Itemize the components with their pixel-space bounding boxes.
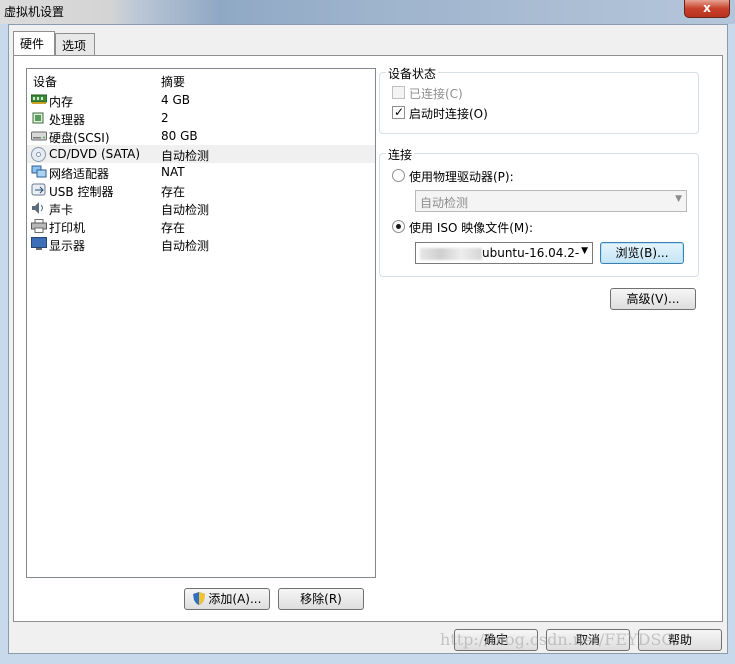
device-status-group: 设备状态 已连接(C) ✓ 启动时连接(O) — [379, 65, 699, 134]
device-name: 声卡 — [49, 203, 74, 217]
device-name: 网络适配器 — [49, 167, 110, 181]
device-name: 硬盘(SCSI) — [49, 131, 110, 145]
device-row[interactable]: 声卡 自动检测 — [27, 199, 375, 217]
device-name: 内存 — [49, 95, 74, 109]
device-summary: 自动检测 — [161, 149, 210, 163]
connect-on-power-label: 启动时连接(O) — [409, 107, 488, 121]
hardware-panel: 设备 摘要 内存 4 GB 处理器 2 硬盘(SCSI) 80 GB CD/DVD (SAT… — [13, 55, 723, 622]
hard-disk-icon — [31, 129, 47, 143]
chevron-down-icon: ▼ — [675, 194, 682, 204]
device-row[interactable]: 处理器 2 — [27, 109, 375, 127]
device-row[interactable]: CD/DVD (SATA) 自动检测 — [27, 145, 375, 163]
display-icon — [31, 237, 47, 251]
device-status-title: 设备状态 — [386, 65, 439, 82]
cd-dvd-icon — [31, 147, 47, 162]
connection-group: 连接 使用物理驱动器(P): 自动检测 ▼ 使用 ISO 映像文件(M): ub… — [379, 146, 699, 277]
physical-drive-label: 使用物理驱动器(P): — [409, 170, 514, 184]
sound-card-icon — [31, 201, 47, 215]
iso-path-input[interactable]: ubuntu-16.04.2- ▼ — [415, 242, 593, 264]
window-title: 虚拟机设置 — [4, 5, 65, 19]
device-row[interactable]: USB 控制器 存在 — [27, 181, 375, 199]
connection-title: 连接 — [386, 146, 415, 163]
watermark-text: http://blog.csdn.net/FEYDSO — [440, 630, 675, 649]
processor-icon — [31, 111, 47, 125]
device-summary: 2 — [161, 111, 169, 125]
tab-hardware-label: 硬件 — [20, 37, 45, 51]
column-device[interactable]: 设备 — [33, 73, 57, 90]
iso-image-radio[interactable] — [392, 220, 405, 233]
device-summary: 存在 — [161, 221, 186, 235]
shield-icon — [192, 592, 209, 606]
remove-device-button[interactable]: 移除(R) — [278, 588, 364, 610]
iso-image-label: 使用 ISO 映像文件(M): — [409, 221, 533, 235]
physical-drive-radio[interactable] — [392, 169, 405, 182]
device-summary: NAT — [161, 165, 185, 179]
browse-button[interactable]: 浏览(B)... — [600, 242, 684, 264]
title-bar: 虚拟机设置 x — [0, 0, 735, 24]
device-summary: 80 GB — [161, 129, 198, 143]
checkmark-icon: ✓ — [394, 105, 405, 119]
physical-drive-value: 自动检测 — [420, 196, 469, 210]
remove-device-label: 移除(R) — [300, 592, 342, 606]
add-device-label: 添加(A)... — [208, 592, 262, 606]
device-name: USB 控制器 — [49, 185, 114, 199]
tab-hardware[interactable]: 硬件 — [13, 31, 55, 55]
redacted-path — [420, 247, 482, 260]
close-icon: x — [703, 1, 711, 15]
device-summary: 4 GB — [161, 93, 190, 107]
iso-path-value: ubuntu-16.04.2- — [482, 246, 580, 260]
add-device-button[interactable]: 添加(A)... — [184, 588, 270, 610]
device-summary: 自动检测 — [161, 203, 210, 217]
device-summary: 自动检测 — [161, 239, 210, 253]
device-row[interactable]: 硬盘(SCSI) 80 GB — [27, 127, 375, 145]
device-summary: 存在 — [161, 185, 186, 199]
usb-icon — [31, 183, 47, 197]
connected-checkbox[interactable] — [392, 86, 405, 99]
device-list[interactable]: 设备 摘要 内存 4 GB 处理器 2 硬盘(SCSI) 80 GB CD/DVD (SAT… — [26, 68, 376, 578]
advanced-button[interactable]: 高级(V)... — [610, 288, 696, 310]
device-list-header: 设备 摘要 — [27, 69, 375, 89]
radio-dot-icon — [396, 224, 401, 229]
device-name: 处理器 — [49, 113, 86, 127]
column-summary[interactable]: 摘要 — [161, 73, 185, 90]
browse-label: 浏览(B)... — [615, 246, 669, 260]
device-name: 显示器 — [49, 239, 86, 253]
chevron-down-icon: ▼ — [581, 246, 588, 256]
device-name: 打印机 — [49, 221, 86, 235]
dialog-client: 硬件 选项 设备 摘要 内存 4 GB 处理器 2 硬盘(SCSI) 80 GB CD/DV… — [8, 24, 728, 654]
advanced-label: 高级(V)... — [626, 292, 680, 306]
device-row[interactable]: 打印机 存在 — [27, 217, 375, 235]
memory-icon — [30, 93, 48, 107]
close-button[interactable]: x — [684, 0, 730, 18]
device-row[interactable]: 显示器 自动检测 — [27, 235, 375, 253]
connected-label: 已连接(C) — [409, 87, 463, 101]
printer-icon — [31, 219, 47, 233]
physical-drive-select[interactable]: 自动检测 ▼ — [415, 190, 687, 212]
device-row[interactable]: 内存 4 GB — [27, 91, 375, 109]
connect-on-power-checkbox[interactable]: ✓ — [392, 105, 405, 119]
device-row[interactable]: 网络适配器 NAT — [27, 163, 375, 181]
network-adapter-icon — [31, 165, 47, 179]
tab-options-label: 选项 — [62, 39, 87, 53]
tab-options[interactable]: 选项 — [55, 33, 95, 55]
device-name: CD/DVD (SATA) — [49, 147, 141, 161]
